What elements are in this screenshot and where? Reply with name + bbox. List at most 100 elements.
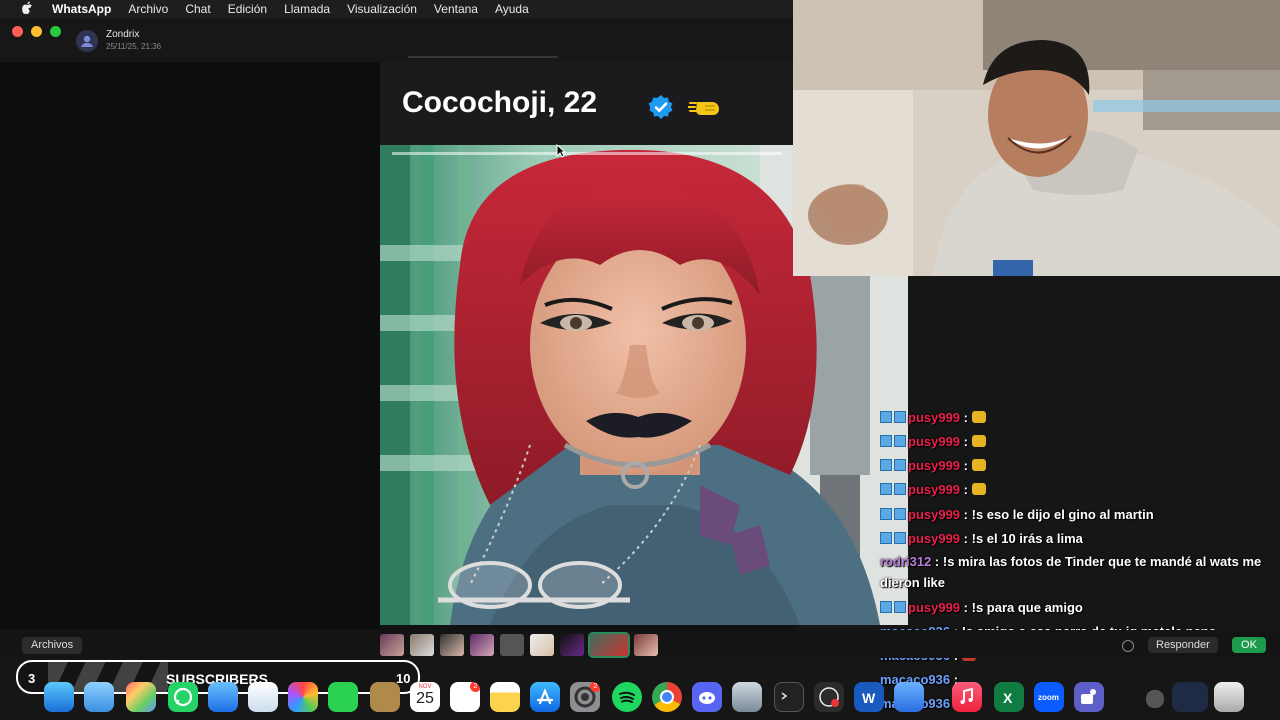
chat-badge-icon (880, 508, 892, 520)
trash-icon[interactable] (1214, 682, 1244, 712)
photos-icon[interactable] (288, 682, 318, 712)
chat-message: pusy999 : (880, 434, 986, 449)
archivos-button[interactable]: Archivos (22, 637, 83, 654)
settings-badge: 2 (590, 682, 600, 692)
media-thumbnail[interactable] (470, 634, 494, 656)
traffic-lights (12, 26, 61, 37)
handshake-emoji-icon (688, 102, 719, 115)
chat-badge-icon (880, 532, 892, 544)
chat-badge-icon (894, 459, 906, 471)
chat-message: pusy999 : (880, 410, 986, 425)
minimize-button[interactable] (31, 26, 42, 37)
chat-separator: : (960, 507, 972, 522)
chat-message: pusy999 : !s el 10 irás a lima (880, 531, 1083, 546)
maps-icon[interactable] (248, 682, 278, 712)
chat-message: pusy999 : !s para que amigo (880, 600, 1083, 615)
close-button[interactable] (12, 26, 23, 37)
preview-icon[interactable] (732, 682, 762, 712)
chat-separator: : (960, 434, 972, 449)
chat-separator: : (931, 554, 943, 569)
spotify-icon[interactable] (612, 682, 642, 712)
reminders-badge: 2 (470, 682, 480, 692)
finder-icon[interactable] (44, 682, 74, 712)
system-settings-icon[interactable]: 2 (570, 682, 600, 712)
webcam-overlay (793, 0, 1280, 276)
dock: NOV 25 2 2 W X zoom (32, 676, 1280, 720)
chat-badge-icon (894, 508, 906, 520)
hands-emote-icon (971, 435, 986, 447)
teams-icon[interactable] (1074, 682, 1104, 712)
svg-text:W: W (862, 690, 876, 706)
chat-badge-icon (880, 483, 892, 495)
notes-icon[interactable] (490, 682, 520, 712)
screen-record-icon[interactable] (814, 682, 844, 712)
reply-icon[interactable] (1122, 640, 1134, 652)
chat-username: pusy999 (908, 458, 961, 473)
profile-header: Cocochoji, 22 (380, 56, 795, 146)
avatar[interactable] (76, 30, 98, 52)
facetime-icon[interactable] (328, 682, 358, 712)
app-store-icon[interactable] (530, 682, 560, 712)
svg-text:zoom: zoom (1038, 693, 1059, 702)
media-thumbnail[interactable] (560, 634, 584, 656)
contact-name: Zondrix (106, 29, 140, 40)
menu-chat[interactable]: Chat (185, 2, 210, 16)
excel-icon[interactable]: X (994, 682, 1024, 712)
media-thumbnail[interactable] (530, 634, 554, 656)
music-icon[interactable] (952, 682, 982, 712)
word-icon[interactable]: W (854, 682, 884, 712)
chat-username: pusy999 (908, 410, 961, 425)
zoom-button[interactable] (50, 26, 61, 37)
media-thumbnail[interactable] (440, 634, 464, 656)
media-thumbnails (380, 632, 658, 658)
chat-text: !s para que amigo (971, 600, 1083, 615)
profile-name: Cocochoji, 22 (402, 86, 598, 119)
menu-edicion[interactable]: Edición (228, 2, 267, 16)
chat-separator: : (960, 458, 972, 473)
chat-username: pusy999 (908, 482, 961, 497)
reminders-icon[interactable]: 2 (450, 682, 480, 712)
svg-text:X: X (1003, 690, 1013, 706)
mouse-cursor-icon (556, 144, 566, 158)
notes-brown-icon[interactable] (370, 682, 400, 712)
mail-icon[interactable] (84, 682, 114, 712)
media-thumbnail[interactable] (634, 634, 658, 656)
chat-badge-icon (880, 411, 892, 423)
verified-badge-icon (648, 95, 673, 119)
chat-separator: : (960, 531, 972, 546)
story-progress-bar (392, 152, 782, 155)
menu-whatsapp[interactable]: WhatsApp (52, 2, 111, 16)
media-thumbnail[interactable] (380, 634, 404, 656)
downloads-icon[interactable] (1146, 690, 1164, 708)
menu-ventana[interactable]: Ventana (434, 2, 478, 16)
chat-badge-icon (894, 601, 906, 613)
chat-separator: : (960, 482, 972, 497)
chat-badge-icon (894, 411, 906, 423)
apple-menu-icon[interactable] (22, 1, 38, 17)
terminal-icon[interactable] (774, 682, 804, 712)
launchpad-icon[interactable] (126, 682, 156, 712)
chat-message: rodri312 : !s mira las fotos de Tinder q… (880, 551, 1278, 593)
teams-screen-icon[interactable] (894, 682, 924, 712)
menu-ayuda[interactable]: Ayuda (495, 2, 529, 16)
whatsapp-dock-icon[interactable] (168, 682, 198, 712)
stack-folder-icon[interactable] (1172, 682, 1208, 712)
media-thumbnail-selected[interactable] (588, 632, 630, 658)
calendar-icon[interactable]: NOV 25 (410, 682, 440, 712)
media-thumbnail[interactable] (410, 634, 434, 656)
safari-icon[interactable] (208, 682, 238, 712)
discord-icon[interactable] (692, 682, 722, 712)
zoom-icon[interactable]: zoom (1034, 682, 1064, 712)
contact-date: 25/11/25, 21:36 (106, 42, 162, 51)
chat-badge-icon (894, 435, 906, 447)
hands-emote-icon (971, 459, 986, 471)
chat-badge-icon (880, 601, 892, 613)
ok-button[interactable]: OK (1232, 637, 1266, 653)
menu-archivo[interactable]: Archivo (128, 2, 168, 16)
chat-text: !s el 10 irás a lima (971, 531, 1083, 546)
menu-visualizacion[interactable]: Visualización (347, 2, 417, 16)
responder-button[interactable]: Responder (1148, 637, 1218, 653)
media-thumbnail[interactable] (500, 634, 524, 656)
menu-llamada[interactable]: Llamada (284, 2, 330, 16)
chrome-icon[interactable] (652, 682, 682, 712)
